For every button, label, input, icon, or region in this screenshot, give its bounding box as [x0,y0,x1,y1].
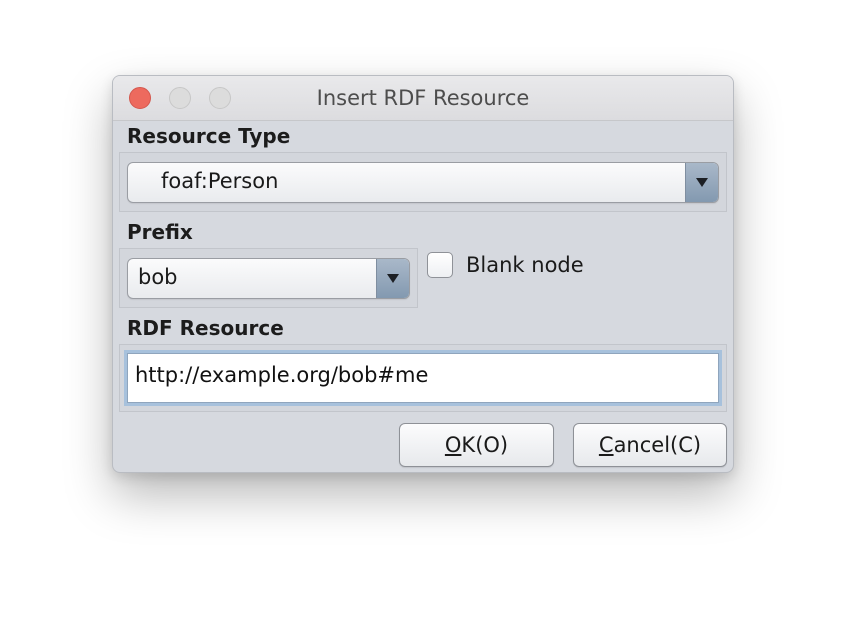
dropdown-arrow-icon[interactable] [685,163,718,202]
title-bar[interactable]: Insert RDF Resource [113,76,733,121]
prefix-value: bob [138,265,178,289]
prefix-dropdown[interactable]: bob [127,258,410,299]
insert-rdf-resource-dialog: Insert RDF Resource Resource Type foaf:P… [112,75,734,473]
dropdown-arrow-icon[interactable] [376,259,409,298]
rdf-resource-label: RDF Resource [127,316,284,340]
cancel-button[interactable]: Cancel(C) [573,423,727,467]
resource-type-label: Resource Type [127,124,291,148]
blank-node-label[interactable]: Blank node [466,253,584,277]
ok-button[interactable]: OK(O) [399,423,554,467]
ok-mnemonic: O [444,433,462,457]
rdf-resource-group: http://example.org/bob#me [119,344,727,412]
ok-button-label: K(O) [461,433,509,457]
window-title: Insert RDF Resource [316,86,530,110]
resource-type-value: foaf:Person [161,169,279,193]
rdf-resource-value: http://example.org/bob#me [135,363,429,387]
prefix-label: Prefix [127,220,193,244]
blank-node-checkbox[interactable] [427,252,453,278]
rdf-resource-input[interactable]: http://example.org/bob#me [124,350,722,406]
resource-type-dropdown[interactable]: foaf:Person [127,162,719,203]
cancel-button-label: ancel(C) [613,433,702,457]
prefix-group: bob [119,248,418,308]
resource-type-group: foaf:Person [119,152,727,212]
cancel-mnemonic: C [598,433,614,457]
